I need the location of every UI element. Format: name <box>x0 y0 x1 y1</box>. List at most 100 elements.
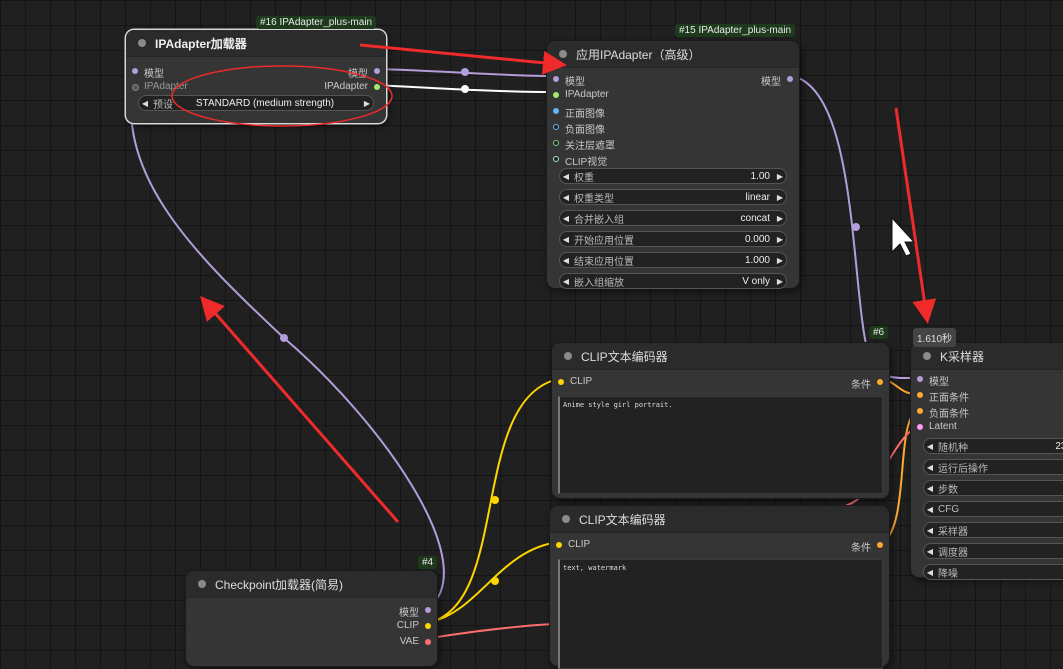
increment-arrow-icon[interactable]: ▶ <box>774 172 786 181</box>
start-at-widget[interactable]: ◀ 开始应用位置 0.000 ▶ <box>559 231 787 247</box>
weight-type-widget[interactable]: ◀ 权重类型 linear ▶ <box>559 189 787 205</box>
node15-header[interactable]: 应用IPAdapter（高级） <box>547 41 799 68</box>
checkpoint-output-model-row: 模型 <box>186 602 437 619</box>
node16-output-model-label: 模型 <box>348 69 368 80</box>
input-port-clip-vision[interactable] <box>553 156 559 162</box>
clip-text-encode-positive-node[interactable]: CLIP文本编码器 CLIP 条件 Anime style girl portr… <box>552 343 889 498</box>
widget-name: 权重类型 <box>574 193 614 205</box>
input-port-latent[interactable] <box>917 424 923 430</box>
wire-vae <box>430 623 556 639</box>
decrement-arrow-icon[interactable]: ◀ <box>139 99 151 108</box>
node15-input-label: 正面图像 <box>565 109 605 120</box>
checkpoint-output-label: 模型 <box>399 608 419 619</box>
input-port-model[interactable] <box>553 76 559 82</box>
decrement-arrow-icon[interactable]: ◀ <box>560 214 572 223</box>
input-port-model[interactable] <box>917 376 923 382</box>
checkpoint-badge: #4 <box>418 556 438 569</box>
collapse-dot-icon[interactable] <box>564 352 572 360</box>
decrement-arrow-icon[interactable]: ◀ <box>560 172 572 181</box>
decrement-arrow-icon[interactable]: ◀ <box>924 568 936 577</box>
ksampler-node[interactable]: K采样器 模型 正面条件 负面条件 Latent ◀ 随机种 230 ◀ 运行后… <box>911 343 1063 580</box>
output-port-conditioning[interactable] <box>877 379 883 385</box>
output-port-clip[interactable] <box>425 623 431 629</box>
embeds-scaling-widget[interactable]: ◀ 嵌入组缩放 V only ▶ <box>559 273 787 289</box>
ksampler-title: K采样器 <box>940 349 985 364</box>
preset-widget[interactable]: ◀ 预设 STANDARD (medium strength) ▶ <box>138 95 374 111</box>
decrement-arrow-icon[interactable]: ◀ <box>924 463 936 472</box>
scheduler-widget[interactable]: ◀ 调度器 <box>923 543 1063 559</box>
input-port-negative-image[interactable] <box>553 124 559 130</box>
output-port-model[interactable] <box>374 68 380 74</box>
decrement-arrow-icon[interactable]: ◀ <box>924 484 936 493</box>
output-port-vae[interactable] <box>425 639 431 645</box>
node15-input-label: 关注层遮罩 <box>565 141 615 152</box>
collapse-dot-icon[interactable] <box>562 515 570 523</box>
clip-neg-slot-row: CLIP 条件 <box>550 537 889 554</box>
decrement-arrow-icon[interactable]: ◀ <box>924 526 936 535</box>
input-port-positive[interactable] <box>917 392 923 398</box>
end-at-widget[interactable]: ◀ 结束应用位置 1.000 ▶ <box>559 252 787 268</box>
collapse-dot-icon[interactable] <box>198 580 206 588</box>
clip-text-encode-negative-node[interactable]: CLIP文本编码器 CLIP 条件 text, watermark <box>550 506 889 669</box>
denoise-widget[interactable]: ◀ 降噪 <box>923 564 1063 580</box>
checkpoint-title: Checkpoint加载器(简易) <box>215 577 344 592</box>
clip-pos-header[interactable]: CLIP文本编码器 <box>552 343 889 370</box>
decrement-arrow-icon[interactable]: ◀ <box>560 193 572 202</box>
output-port-ipadapter[interactable] <box>374 84 380 90</box>
increment-arrow-icon[interactable]: ▶ <box>774 235 786 244</box>
checkpoint-output-label: CLIP <box>396 620 419 631</box>
node16-badge: #16 IPAdapter_plus-main <box>256 16 377 29</box>
checkpoint-output-label: VAE <box>399 636 419 647</box>
collapse-dot-icon[interactable] <box>923 352 931 360</box>
increment-arrow-icon[interactable]: ▶ <box>361 99 373 108</box>
input-port-model[interactable] <box>132 68 138 74</box>
node16-header[interactable]: IPAdapter加载器 <box>126 30 386 57</box>
apply-ipadapter-node[interactable]: 应用IPAdapter（高级） 模型 模型 IPAdapter 正面图像 负面图… <box>547 41 799 289</box>
combine-embeds-widget[interactable]: ◀ 合并嵌入组 concat ▶ <box>559 210 787 226</box>
input-port-clip[interactable] <box>558 379 564 385</box>
increment-arrow-icon[interactable]: ▶ <box>774 256 786 265</box>
decrement-arrow-icon[interactable]: ◀ <box>560 277 572 286</box>
output-port-model[interactable] <box>425 607 431 613</box>
sampler-widget[interactable]: ◀ 采样器 <box>923 522 1063 538</box>
clip-neg-header[interactable]: CLIP文本编码器 <box>550 506 889 533</box>
node16-output-ipadapter-label: IPAdapter <box>324 81 368 92</box>
decrement-arrow-icon[interactable]: ◀ <box>924 442 936 451</box>
node15-row-mask: 关注层遮罩 <box>547 135 799 152</box>
decrement-arrow-icon[interactable]: ◀ <box>924 505 936 514</box>
input-port-negative[interactable] <box>917 408 923 414</box>
widget-name: 降噪 <box>938 568 958 580</box>
input-port-ipadapter[interactable] <box>553 92 559 98</box>
control-after-generate-widget[interactable]: ◀ 运行后操作 <box>923 459 1063 475</box>
input-port-ipadapter[interactable] <box>132 84 139 91</box>
seed-widget[interactable]: ◀ 随机种 230 <box>923 438 1063 454</box>
collapse-dot-icon[interactable] <box>138 39 146 47</box>
clip-neg-text-input[interactable]: text, watermark <box>558 559 883 669</box>
wire-reroute-dot <box>280 334 288 342</box>
increment-arrow-icon[interactable]: ▶ <box>774 277 786 286</box>
input-port-mask[interactable] <box>553 140 559 146</box>
weight-widget[interactable]: ◀ 权重 1.00 ▶ <box>559 168 787 184</box>
input-port-image[interactable] <box>553 108 559 114</box>
node16-model-row: 模型 模型 <box>126 63 386 80</box>
cfg-widget[interactable]: ◀ CFG <box>923 501 1063 517</box>
ipadapter-loader-node[interactable]: IPAdapter加载器 模型 模型 IPAdapter IPAdapter ◀… <box>126 30 386 123</box>
decrement-arrow-icon[interactable]: ◀ <box>560 256 572 265</box>
decrement-arrow-icon[interactable]: ◀ <box>560 235 572 244</box>
increment-arrow-icon[interactable]: ▶ <box>774 214 786 223</box>
checkpoint-header[interactable]: Checkpoint加载器(简易) <box>186 571 437 598</box>
checkpoint-loader-node[interactable]: Checkpoint加载器(简易) 模型 CLIP VAE <box>186 571 437 666</box>
decrement-arrow-icon[interactable]: ◀ <box>924 547 936 556</box>
steps-widget[interactable]: ◀ 步数 <box>923 480 1063 496</box>
widget-name: 运行后操作 <box>938 463 988 475</box>
increment-arrow-icon[interactable]: ▶ <box>774 193 786 202</box>
input-port-clip[interactable] <box>556 542 562 548</box>
clip-pos-slot-row: CLIP 条件 <box>552 374 889 391</box>
collapse-dot-icon[interactable] <box>559 50 567 58</box>
output-port-conditioning[interactable] <box>877 542 883 548</box>
output-port-model[interactable] <box>787 76 793 82</box>
clip-pos-text-input[interactable]: Anime style girl portrait. <box>558 396 883 494</box>
checkpoint-output-vae-row: VAE <box>186 634 437 650</box>
widget-value: 0.000 <box>744 233 770 245</box>
ksampler-header[interactable]: K采样器 <box>911 343 1063 370</box>
